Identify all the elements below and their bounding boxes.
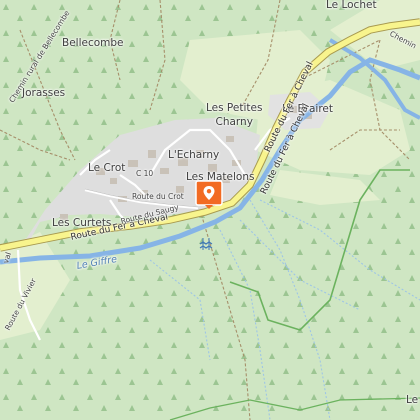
place-label-le-right-edge[interactable]: Le [406,395,418,406]
road-label-route-du-crot: Route du Crot [132,192,184,201]
map-canvas[interactable] [0,0,420,420]
place-label-les-petites-charny[interactable]: Les Petites Charny [206,101,262,129]
road-label-c10: C 10 [136,169,154,178]
place-label-le-crot[interactable]: Le Crot [88,163,125,174]
place-label-l-echarny[interactable]: L'Echarny [168,150,219,161]
map-view[interactable]: Le Lochet Bellecombe Jorasses Les Petite… [0,0,420,420]
marker-pin-icon[interactable] [195,180,223,210]
place-label-jorasses[interactable]: Jorasses [22,88,65,99]
place-label-le-lochet[interactable]: Le Lochet [326,0,377,11]
place-label-bellecombe[interactable]: Bellecombe [62,38,124,49]
